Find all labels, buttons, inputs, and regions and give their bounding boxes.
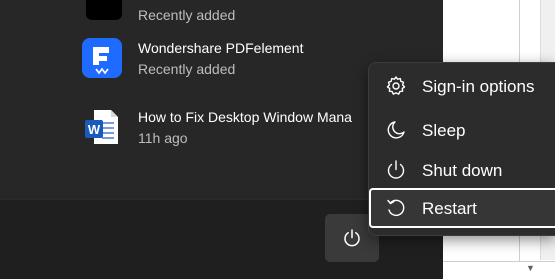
- recommended-item-subtitle: Recently added: [138, 61, 236, 77]
- svg-text:W: W: [88, 122, 101, 137]
- recommended-item-subtitle: Recently added: [138, 7, 236, 23]
- chevron-down-icon[interactable]: ▼: [526, 263, 535, 273]
- shut-down-menu-item[interactable]: Shut down: [369, 150, 555, 190]
- power-menu: Sign-in options Sleep Shut down Restart: [368, 62, 555, 236]
- menu-item-label: Sleep: [422, 121, 466, 140]
- sleep-menu-item[interactable]: Sleep: [369, 110, 555, 150]
- app-icon: [86, 0, 122, 20]
- recommended-item-subtitle: 11h ago: [138, 130, 188, 146]
- sign-in-options-menu-item[interactable]: Sign-in options: [369, 66, 555, 106]
- recommended-item[interactable]: Recently added: [78, 0, 438, 30]
- menu-item-label: Sign-in options: [422, 77, 535, 96]
- menu-item-label: Shut down: [422, 161, 503, 180]
- moon-icon: [385, 119, 407, 141]
- power-icon: [385, 159, 407, 181]
- pdfelement-icon: [82, 38, 122, 78]
- restart-menu-item[interactable]: Restart: [369, 188, 555, 228]
- power-icon: [344, 229, 360, 247]
- menu-item-label: Restart: [422, 199, 477, 218]
- recommended-item-title: Wondershare PDFelement: [138, 40, 304, 56]
- restart-icon: [385, 197, 407, 219]
- background-window-border: [443, 261, 555, 262]
- gear-icon: [385, 75, 407, 97]
- word-document-icon: W: [82, 107, 122, 147]
